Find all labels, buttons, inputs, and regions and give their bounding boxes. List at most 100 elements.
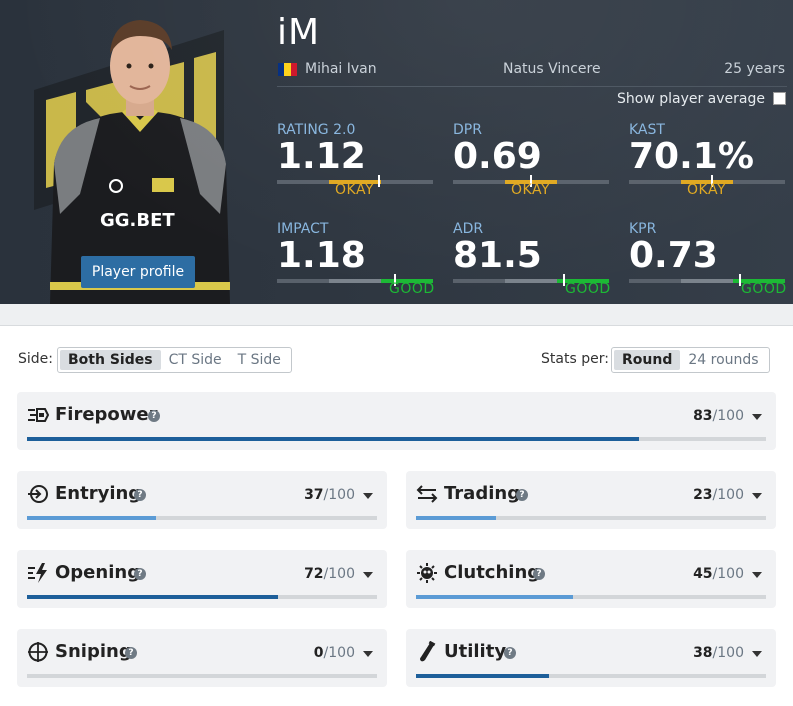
category-track [416,595,766,599]
stat-bar-mid-segment [681,279,733,283]
player-header: GG.BET Player profile iM Mihai Ivan Natu… [0,0,793,304]
category-title: Trading [444,483,521,504]
category-track [416,674,766,678]
stat-kast: KAST 70.1% OKAY [629,122,787,202]
score-max: /100 [712,408,744,424]
category-card-trading[interactable]: Trading ? 23/100 [406,471,776,529]
category-card-sniping[interactable]: Sniping ? 0/100 [17,629,387,687]
help-icon[interactable]: ? [148,410,160,422]
show-average-checkbox[interactable] [773,92,786,105]
category-card-firepower[interactable]: Firepower ? 83/100 [17,392,776,450]
stat-rating-text: OKAY [511,182,550,198]
category-fill [416,595,573,599]
stat-bar-mid-segment [329,279,381,283]
stat-rating-text: OKAY [687,182,726,198]
category-card-utility[interactable]: Utility ? 38/100 [406,629,776,687]
stat-bar-mid-segment [505,279,557,283]
category-track [27,595,377,599]
stat-rating-text: GOOD [389,281,435,297]
category-title: Clutching [444,562,541,583]
chevron-down-icon[interactable] [363,493,373,499]
svg-text:GG.BET: GG.BET [100,210,175,231]
section-divider [0,304,793,326]
stat-bar-marker [378,175,380,187]
player-profile-button[interactable]: Player profile [81,256,195,288]
score-value: 45 [693,566,713,582]
player-stats-page: GG.BET Player profile iM Mihai Ivan Natu… [0,0,793,706]
player-team[interactable]: Natus Vincere [503,61,601,77]
romania-flag-icon [278,63,297,76]
category-score: 72/100 [304,566,355,582]
category-card-entrying[interactable]: Entrying ? 37/100 [17,471,387,529]
stat-value: 0.73 [629,235,718,276]
help-icon[interactable]: ? [134,489,146,501]
score-max: /100 [323,487,355,503]
stats-per-filter: Round 24 rounds [611,347,770,373]
category-fill [416,516,496,520]
stats-per-label: Stats per: [541,351,609,367]
stat-value: 81.5 [453,235,542,276]
help-icon[interactable]: ? [533,568,545,580]
help-icon[interactable]: ? [504,647,516,659]
chevron-down-icon[interactable] [363,651,373,657]
side-filter-label: Side: [18,351,53,367]
flag-stripe-red [290,63,297,76]
category-title: Utility [444,641,507,662]
category-card-opening[interactable]: Opening ? 72/100 [17,550,387,608]
trading-icon [416,485,438,503]
category-score: 83/100 [693,408,744,424]
category-score: 38/100 [693,645,744,661]
score-max: /100 [323,645,355,661]
category-fill [27,437,639,441]
category-title: Sniping [55,641,132,662]
category-track [27,516,377,520]
help-icon[interactable]: ? [516,489,528,501]
score-max: /100 [712,566,744,582]
score-value: 0 [313,645,324,661]
chevron-down-icon[interactable] [752,414,762,420]
per-option-round[interactable]: Round [614,350,681,370]
help-icon[interactable]: ? [134,568,146,580]
chevron-down-icon[interactable] [752,493,762,499]
category-card-clutching[interactable]: Clutching ? 45/100 [406,550,776,608]
score-max: /100 [712,487,744,503]
stat-rating-text: GOOD [565,281,611,297]
category-title: Opening [55,562,141,583]
score-value: 23 [693,487,713,503]
stat-value: 1.12 [277,136,366,177]
side-option-both[interactable]: Both Sides [60,350,161,370]
stat-rating-text: GOOD [741,281,787,297]
side-option-ct[interactable]: CT Side [161,350,230,370]
entrying-icon [28,485,48,503]
chevron-down-icon[interactable] [752,651,762,657]
stat-value: 1.18 [277,235,366,276]
header-divider [277,86,787,87]
score-value: 37 [304,487,324,503]
clutching-icon [417,563,437,583]
category-track [27,437,766,441]
opening-icon [28,563,47,583]
category-title: Firepower [55,404,158,425]
category-score: 45/100 [693,566,744,582]
player-age: 25 years [724,61,785,77]
stat-rating-text: OKAY [335,182,374,198]
score-value: 83 [693,408,713,424]
category-title: Entrying [55,483,142,504]
per-option-24-rounds[interactable]: 24 rounds [680,350,766,370]
player-real-name: Mihai Ivan [305,61,377,77]
score-max: /100 [712,645,744,661]
stat-kpr: KPR 0.73 GOOD [629,221,787,301]
category-fill [27,516,156,520]
stat-adr: ADR 81.5 GOOD [453,221,611,301]
firepower-icon [28,408,49,422]
category-track [416,516,766,520]
chevron-down-icon[interactable] [752,572,762,578]
score-value: 72 [304,566,324,582]
score-value: 38 [693,645,713,661]
help-icon[interactable]: ? [125,647,137,659]
category-fill [27,595,278,599]
player-nickname: iM [277,12,321,53]
chevron-down-icon[interactable] [363,572,373,578]
side-option-t[interactable]: T Side [230,350,289,370]
side-filter: Both Sides CT Side T Side [57,347,292,373]
